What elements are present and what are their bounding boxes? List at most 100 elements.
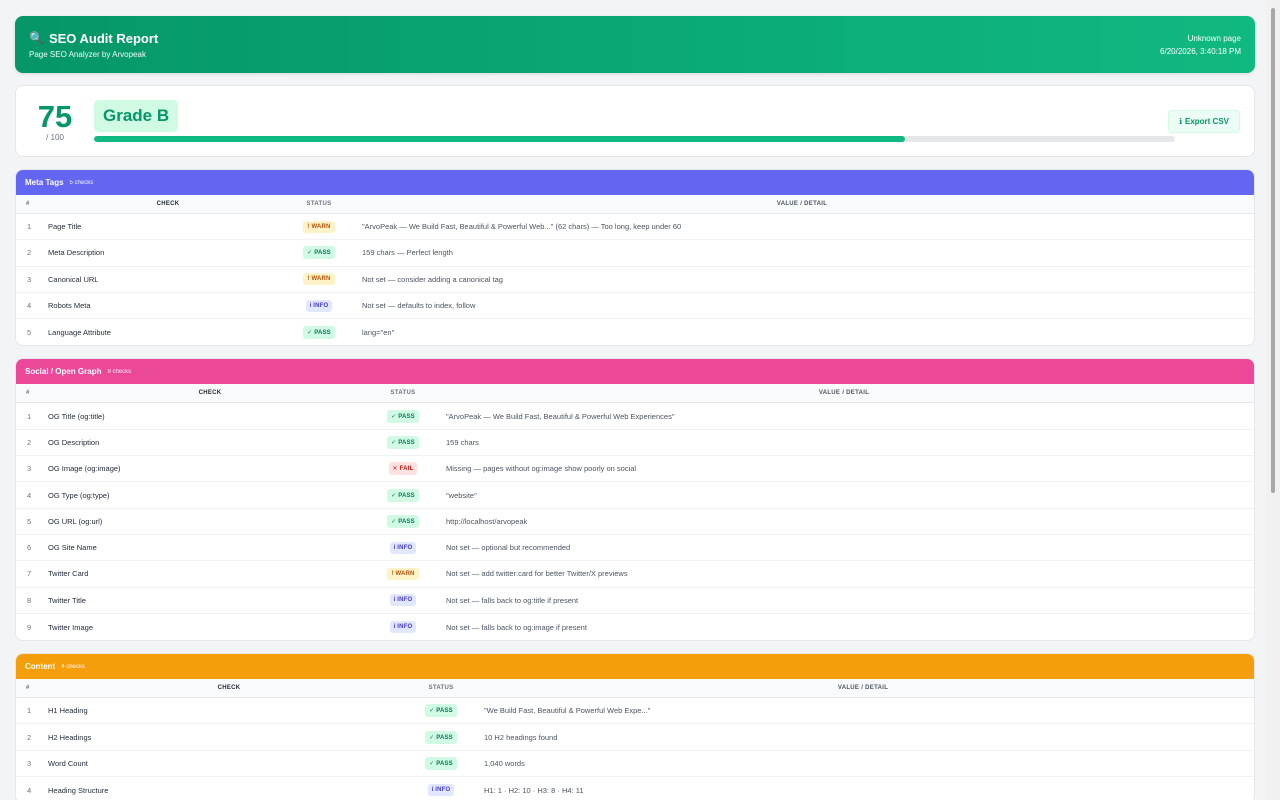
table-row: 3 OG Image (og:image) ✕ FAIL Missing — page… — [16, 456, 1254, 483]
row-value-detail: lang="en" — [362, 327, 395, 337]
col-num: # — [26, 390, 30, 397]
row-status-cell: ! WARN — [288, 220, 350, 233]
row-number: 6 — [27, 543, 32, 553]
export-csv-label: Export CSV — [1184, 117, 1229, 126]
status-badge: i INFO — [389, 541, 417, 554]
report-subtitle: Page SEO Analyzer by Arvopeak — [29, 49, 146, 59]
row-value-detail: H1: 1 · H2: 10 · H3: 8 · H4: 11 — [484, 785, 584, 795]
table-row: 7 Twitter Card ! WARN Not set — add twitter… — [16, 561, 1254, 588]
status-badge: i INFO — [427, 784, 455, 797]
row-status-cell: ✓ PASS — [410, 730, 472, 744]
row-value-detail: 159 chars — Perfect length — [362, 248, 453, 258]
table-row: 9 Twitter Image i INFO Not set — falls back… — [16, 614, 1254, 640]
row-status-cell: ✓ PASS — [288, 246, 350, 260]
row-check-name: Heading Structure — [48, 785, 109, 795]
report-page: 🔍 SEO Audit Report Page SEO Analyzer by … — [15, 16, 1255, 800]
row-check-name: Robots Meta — [48, 301, 91, 311]
scrollbar-thumb[interactable] — [1271, 8, 1275, 493]
section-social-open-graph: Social / Open Graph 9 checks # CHECK STATUS V… — [15, 358, 1255, 642]
row-status-cell: ! WARN — [372, 567, 434, 580]
col-value: VALUE / DETAIL — [818, 390, 870, 397]
row-number: 3 — [27, 274, 32, 284]
table-row: 3 Word Count ✓ PASS 1,040 words — [16, 751, 1254, 778]
row-value-detail: http://localhost/arvopeak — [446, 516, 528, 526]
header-right: Unknown page 6/20/2026, 3:40:18 PM — [1160, 32, 1241, 58]
table-row: 2 H2 Headings ✓ PASS 10 H2 headings found — [16, 724, 1254, 751]
section-check-count: 4 checks — [61, 663, 85, 670]
table-row: 8 Twitter Title i INFO Not set — falls back… — [16, 588, 1254, 614]
section-check-count: 9 checks — [107, 368, 132, 375]
row-check-name: Twitter Card — [48, 569, 89, 579]
section-content: Content 4 checks # CHECK STATUS VALUE / DETAI… — [15, 653, 1255, 800]
col-status: STATUS — [390, 390, 416, 397]
row-check-name: Word Count — [48, 758, 88, 768]
table-column-header: # CHECK STATUS VALUE / DETAIL — [16, 195, 1254, 214]
row-check-name: OG Site Name — [48, 543, 97, 553]
row-check-name: Twitter Title — [48, 595, 86, 605]
row-check-name: Language Attribute — [48, 327, 111, 337]
row-status-cell: i INFO — [372, 621, 434, 633]
col-status: STATUS — [428, 685, 454, 692]
row-number: 1 — [27, 411, 32, 421]
col-check: CHECK — [217, 685, 241, 692]
row-status-cell: i INFO — [372, 594, 434, 607]
table-row: 5 Language Attribute ✓ PASS lang="en" — [16, 319, 1254, 345]
table-row: 4 Heading Structure i INFO H1: 1 · H2: 10 ·… — [16, 777, 1254, 800]
row-status-cell: ✓ PASS — [410, 704, 472, 718]
status-badge: ✓ PASS — [425, 704, 457, 718]
score-progress-bar — [94, 136, 1175, 142]
row-check-name: H1 Heading — [48, 706, 88, 716]
header-left: 🔍 SEO Audit Report Page SEO Analyzer by … — [29, 31, 158, 59]
info-icon: ℹ — [1178, 117, 1182, 126]
row-number: 1 — [27, 706, 32, 716]
section-check-count: 5 checks — [69, 179, 94, 186]
row-check-name: Twitter Image — [48, 622, 94, 632]
audit-sections: Meta Tags 5 checks # CHECK STATUS VALUE / DET… — [15, 169, 1255, 800]
col-value: VALUE / DETAIL — [837, 685, 889, 692]
score-progress-fill — [94, 136, 905, 142]
row-check-name: OG Image (og:image) — [48, 464, 121, 474]
row-check-name: H2 Headings — [48, 732, 92, 742]
row-status-cell: ✓ PASS — [288, 325, 350, 339]
row-number: 3 — [27, 758, 32, 768]
row-number: 8 — [27, 595, 32, 605]
status-badge: ! WARN — [387, 567, 419, 580]
table-row: 1 H1 Heading ✓ PASS "We Build Fast, Beautif… — [16, 698, 1254, 725]
row-number: 2 — [27, 437, 32, 447]
col-check: CHECK — [156, 201, 180, 207]
col-value: VALUE / DETAIL — [776, 201, 828, 207]
score-value: 75 — [37, 98, 73, 134]
status-badge: ✓ PASS — [425, 730, 457, 744]
section-header: Meta Tags 5 checks — [16, 170, 1254, 195]
export-csv-button[interactable]: ℹ Export CSV — [1167, 110, 1240, 133]
row-number: 5 — [27, 327, 32, 337]
section-title: Social / Open Graph — [25, 367, 102, 377]
status-badge: i INFO — [389, 621, 417, 633]
status-badge: ✓ PASS — [303, 246, 335, 260]
status-badge: i INFO — [389, 594, 417, 607]
col-num: # — [26, 201, 30, 207]
row-value-detail: Missing — pages without og:image show po… — [446, 464, 637, 474]
vertical-scrollbar[interactable] — [1266, 0, 1280, 800]
table-row: 1 Page Title ! WARN "ArvoPeak — We Build Fa… — [16, 214, 1254, 241]
row-value-detail: 10 H2 headings found — [484, 732, 558, 742]
section-meta-tags: Meta Tags 5 checks # CHECK STATUS VALUE / DET… — [15, 169, 1255, 347]
row-check-name: Meta Description — [48, 248, 105, 258]
row-check-name: OG Description — [48, 437, 100, 447]
section-title: Content — [25, 662, 56, 672]
report-header: 🔍 SEO Audit Report Page SEO Analyzer by … — [15, 16, 1255, 73]
row-number: 9 — [27, 622, 32, 632]
section-header: Content 4 checks — [16, 654, 1254, 680]
status-badge: ✕ FAIL — [388, 462, 418, 476]
row-value-detail: "website" — [446, 490, 477, 500]
row-check-name: OG URL (og:url) — [48, 516, 103, 526]
row-number: 2 — [27, 732, 32, 742]
magnifier-icon: 🔍 — [29, 31, 44, 45]
row-status-cell: ✓ PASS — [410, 756, 472, 770]
status-badge: ✓ PASS — [387, 435, 419, 449]
row-status-cell: ✓ PASS — [372, 488, 434, 502]
table-row: 6 OG Site Name i INFO Not set — optional bu… — [16, 535, 1254, 562]
row-number: 1 — [27, 222, 32, 232]
row-value-detail: Not set — consider adding a canonical ta… — [362, 274, 503, 284]
title-row: 🔍 SEO Audit Report — [29, 31, 158, 46]
